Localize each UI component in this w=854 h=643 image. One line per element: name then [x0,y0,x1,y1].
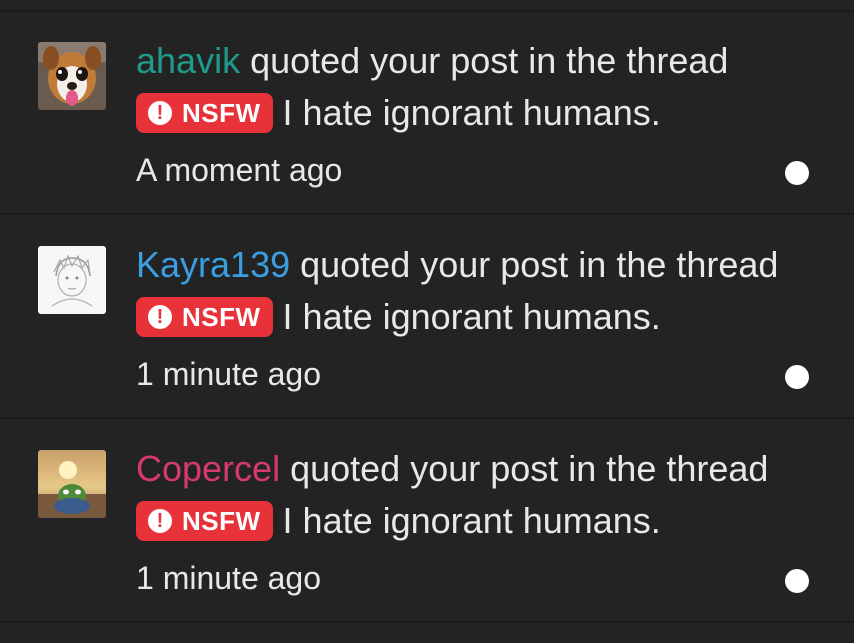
dog-avatar-icon [38,42,106,110]
nsfw-badge: ! NSFW [136,501,273,541]
notification-item[interactable]: Copercel quoted your post in the thread … [0,420,854,623]
sketch-avatar-icon [38,246,106,314]
action-text: quoted your post in the thread [280,448,769,489]
username-link[interactable]: Copercel [136,448,280,489]
alert-icon: ! [148,305,172,329]
notification-text: ahavik quoted your post in the thread [136,39,728,83]
divider [0,213,854,215]
unread-indicator[interactable] [785,365,809,389]
notification-list: ahavik quoted your post in the thread ! … [0,0,854,643]
thread-title[interactable]: I hate ignorant humans. [283,500,661,542]
nsfw-badge: ! NSFW [136,297,273,337]
avatar-ahavik[interactable] [38,42,106,110]
thread-line[interactable]: ! NSFW I hate ignorant humans. [136,500,661,542]
alert-icon: ! [148,101,172,125]
divider [0,621,854,623]
thread-title[interactable]: I hate ignorant humans. [283,296,661,338]
thread-title[interactable]: I hate ignorant humans. [283,92,661,134]
timestamp: A moment ago [136,152,343,188]
timestamp: 1 minute ago [136,560,322,596]
notification-item[interactable]: ahavik quoted your post in the thread ! … [0,12,854,215]
sunset-frog-avatar-icon [38,450,106,518]
notification-item[interactable]: Kayra139 quoted your post in the thread … [0,216,854,419]
notification-text: Copercel quoted your post in the thread [136,447,768,491]
alert-icon: ! [148,509,172,533]
divider [0,417,854,419]
nsfw-badge: ! NSFW [136,93,273,133]
avatar-kayra139[interactable] [38,246,106,314]
action-text: quoted your post in the thread [290,244,779,285]
username-link[interactable]: Kayra139 [136,244,290,285]
action-text: quoted your post in the thread [240,40,729,81]
timestamp: 1 minute ago [136,356,322,392]
thread-line[interactable]: ! NSFW I hate ignorant humans. [136,296,661,338]
badge-label: NSFW [182,301,261,332]
unread-indicator[interactable] [785,569,809,593]
badge-label: NSFW [182,97,261,128]
username-link[interactable]: ahavik [136,40,240,81]
avatar-copercel[interactable] [38,450,106,518]
unread-indicator[interactable] [785,161,809,185]
badge-label: NSFW [182,505,261,536]
notification-text: Kayra139 quoted your post in the thread [136,243,778,287]
thread-line[interactable]: ! NSFW I hate ignorant humans. [136,92,661,134]
